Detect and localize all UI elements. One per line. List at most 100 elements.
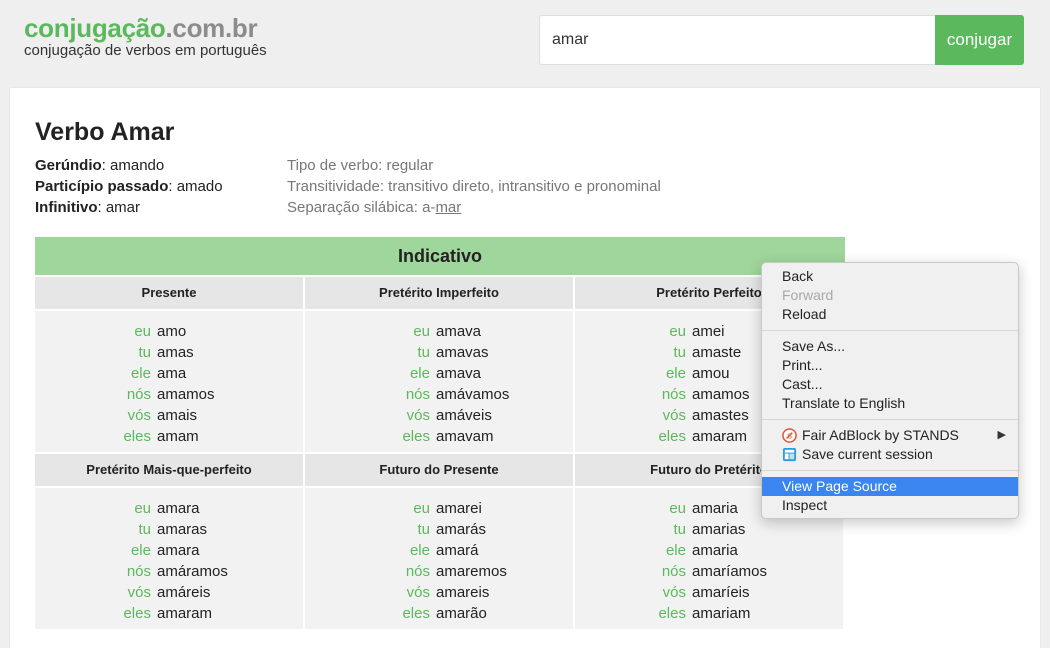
verb-form: amo xyxy=(157,323,187,340)
menu-item-forward: Forward xyxy=(782,287,834,303)
menu-item-cast[interactable]: Cast... xyxy=(762,375,1018,394)
logo-main: conjugação xyxy=(24,13,166,43)
verb-form: ama xyxy=(157,365,187,382)
conjugation-line: ele amará xyxy=(305,540,573,561)
conjugar-button[interactable]: conjugar xyxy=(935,15,1024,65)
tense-block: Futuro do Presente eu amarei tu amarás ele ama… xyxy=(305,454,573,629)
verb-form: amava xyxy=(436,323,482,340)
verb-form: amareis xyxy=(436,584,490,601)
verb-type: Tipo de verbo: regular xyxy=(287,157,434,174)
tense-forms: eu amara tu amaras ele amara nós amáramos vós amá… xyxy=(35,488,303,629)
pronoun: ele xyxy=(409,365,430,382)
syllable-label: Separação silábica: xyxy=(287,199,423,216)
pronoun: ele xyxy=(409,542,430,559)
tense-block: Pretérito Imperfeito eu amava tu amavas ele am… xyxy=(305,277,573,452)
conjugation-grid: Presente eu amo tu amas ele ama nós amamos vós ama… xyxy=(35,277,845,631)
menu-item-back[interactable]: Back xyxy=(762,267,1018,286)
menu-separator xyxy=(762,470,1018,471)
logo-domain: .com.br xyxy=(165,13,258,43)
pronoun: vós xyxy=(406,407,430,424)
verb-form: amaram xyxy=(692,428,748,445)
verb-form: amam xyxy=(157,428,199,445)
submenu-arrow-icon: ▶ xyxy=(997,429,1006,441)
verb-form: amaríeis xyxy=(692,584,750,601)
search-form: conjugar xyxy=(539,15,1024,65)
pronoun: ele xyxy=(130,365,151,382)
pronoun: ele xyxy=(130,542,151,559)
conjugation-line: eu amo xyxy=(35,321,303,342)
tense-forms: eu amarei tu amarás ele amará nós amaremos vós am… xyxy=(305,488,573,629)
verb-form: amaria xyxy=(692,542,738,559)
tense-header: Presente xyxy=(35,277,303,311)
verb-form: amávamos xyxy=(436,386,510,403)
pronoun: tu xyxy=(673,521,686,538)
conjugation-line: ele amaria xyxy=(575,540,843,561)
pronoun: tu xyxy=(417,521,430,538)
conjugation-line: ele amava xyxy=(305,363,573,384)
pronoun: tu xyxy=(138,521,151,538)
pronoun: nós xyxy=(661,386,686,403)
pronoun: eles xyxy=(123,605,151,622)
menu-item-print[interactable]: Print... xyxy=(762,356,1018,375)
menu-item-inspect[interactable]: Inspect xyxy=(762,496,1018,515)
conjugation-line: eles amavam xyxy=(305,426,573,447)
menu-item-view-source[interactable]: View Page Source xyxy=(762,477,1018,496)
verb-forms-info: Gerúndio: amando Particípio passado: ama… xyxy=(35,155,223,218)
infinitivo-row: Infinitivo: amar xyxy=(35,199,141,216)
tense-row: Pretérito Mais-que-perfeito eu amara tu amar… xyxy=(35,454,845,629)
session-buddy-icon xyxy=(782,447,797,462)
pronoun: eu xyxy=(669,323,686,340)
menu-item-save-as[interactable]: Save As... xyxy=(762,337,1018,356)
participio-row: Particípio passado: amado xyxy=(35,178,223,195)
pronoun: ele xyxy=(665,365,686,382)
verb-search-input[interactable] xyxy=(539,15,935,65)
pronoun: nós xyxy=(405,563,430,580)
tense-row: Presente eu amo tu amas ele ama nós amamos vós ama… xyxy=(35,277,845,452)
site-logo[interactable]: conjugação.com.br conjugação de verbos e… xyxy=(24,12,267,59)
menu-separator xyxy=(762,330,1018,331)
gerundio-label: Gerúndio xyxy=(35,157,102,174)
logo-title[interactable]: conjugação.com.br xyxy=(24,12,267,44)
verb-form: amamos xyxy=(157,386,215,403)
pronoun: eles xyxy=(658,605,686,622)
verb-form: amarei xyxy=(436,500,482,517)
verb-form: amarão xyxy=(436,605,487,622)
conjugation-line: nós amaríamos xyxy=(575,561,843,582)
pronoun: vós xyxy=(127,407,151,424)
tense-header: Pretérito Mais-que-perfeito xyxy=(35,454,303,488)
verb-form: amavas xyxy=(436,344,489,361)
conjugation-line: vós amareis xyxy=(305,582,573,603)
conjugation-line: eu amava xyxy=(305,321,573,342)
pronoun: eu xyxy=(134,323,151,340)
menu-item-save-session[interactable]: Save current session xyxy=(762,445,1018,464)
participio-label: Particípio passado xyxy=(35,178,169,195)
conjugation-line: nós amávamos xyxy=(305,384,573,405)
menu-separator xyxy=(762,419,1018,420)
verb-form: amavam xyxy=(436,428,494,445)
verb-form: amaria xyxy=(692,500,738,517)
tense-forms: eu amo tu amas ele ama nós amamos vós amais eles am… xyxy=(35,311,303,452)
verb-form: amaram xyxy=(157,605,213,622)
verb-form: amei xyxy=(692,323,725,340)
conjugation-line: eles amaram xyxy=(35,603,303,624)
pronoun: ele xyxy=(665,542,686,559)
verb-form: amaremos xyxy=(436,563,507,580)
participio-value: amado xyxy=(176,178,223,195)
menu-item-fair-adblock[interactable]: S Fair AdBlock by STANDS ▶ xyxy=(762,426,1018,445)
pronoun: nós xyxy=(661,563,686,580)
pronoun: nós xyxy=(405,386,430,403)
menu-item-translate[interactable]: Translate to English xyxy=(762,394,1018,413)
verb-form: amas xyxy=(157,344,194,361)
tense-block: Presente eu amo tu amas ele ama nós amamos vós ama… xyxy=(35,277,303,452)
verb-title: Verbo Amar xyxy=(35,118,175,146)
conjugation-line: tu amarias xyxy=(575,519,843,540)
pronoun: tu xyxy=(673,344,686,361)
conjugation-line: nós amamos xyxy=(35,384,303,405)
tense-forms: eu amava tu amavas ele amava nós amávamos vós amá… xyxy=(305,311,573,452)
conjugation-line: eu amara xyxy=(35,498,303,519)
verb-form: amara xyxy=(157,542,200,559)
pronoun: eu xyxy=(669,500,686,517)
menu-item-reload[interactable]: Reload xyxy=(762,305,1018,324)
pronoun: eles xyxy=(658,428,686,445)
logo-subtitle: conjugação de verbos em português xyxy=(24,42,267,59)
